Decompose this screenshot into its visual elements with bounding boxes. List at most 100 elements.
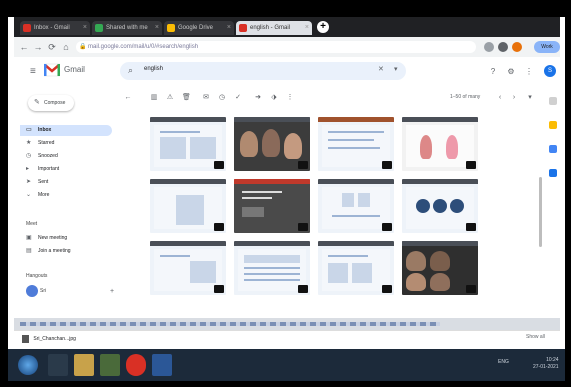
archive-icon[interactable]: ▥ [150, 94, 158, 102]
sidebar-item-starred[interactable]: ★ Starred [20, 138, 112, 149]
thumbnail-header [150, 117, 226, 122]
media-player-icon[interactable] [100, 354, 120, 376]
browser-tab[interactable]: Google Drive × [164, 21, 234, 35]
browser-tab-active[interactable]: english - Gmail × [236, 21, 312, 35]
download-item[interactable]: Sri_Chanchan...jpg [22, 334, 112, 344]
compose-button[interactable]: ✎ Compose [28, 95, 74, 111]
move-to-icon[interactable]: ➜ [254, 94, 262, 102]
lock-icon: 🔒 [79, 44, 87, 50]
browser-tab[interactable]: Shared with me × [92, 21, 162, 35]
scrollbar[interactable] [539, 177, 542, 247]
extension-icon[interactable] [512, 42, 522, 52]
close-tab-icon[interactable]: × [155, 21, 159, 35]
sidebar-item-more[interactable]: ⌄ More [20, 190, 112, 201]
report-spam-icon[interactable]: ⚠ [166, 94, 174, 102]
nav-label: Starred [38, 140, 55, 146]
app-icon[interactable] [152, 354, 172, 376]
forward-arrow-icon[interactable]: → [32, 41, 44, 53]
compose-label: Compose [44, 100, 66, 106]
attachment-thumbnail[interactable] [402, 179, 478, 233]
hangouts-avatar[interactable] [26, 285, 38, 297]
star-bookmark-icon[interactable] [484, 42, 494, 52]
attachment-thumbnail[interactable] [150, 179, 226, 233]
attachment-thumbnail[interactable] [318, 179, 394, 233]
tab-label: Google Drive [178, 25, 214, 31]
send-icon: ➤ [26, 179, 32, 185]
chrome-icon[interactable] [126, 354, 146, 376]
close-tab-icon[interactable]: × [305, 21, 309, 35]
thumbnail-line [332, 215, 380, 217]
person-in-video [430, 273, 450, 291]
attachment-thumbnail[interactable] [150, 241, 226, 295]
taskbar-clock[interactable]: 10:24 27-01-2021 [533, 357, 559, 371]
thumbnail-header [234, 241, 310, 246]
thumbnail-block [190, 261, 216, 283]
reload-icon[interactable]: ⟳ [46, 41, 58, 53]
nav-label: Snoozed [38, 153, 58, 159]
sidebar-item-inbox[interactable]: ▭ Inbox [20, 125, 112, 136]
browser-tab[interactable]: Inbox - Gmail × [20, 21, 90, 35]
close-tab-icon[interactable]: × [83, 21, 87, 35]
ie-icon[interactable] [48, 354, 68, 376]
windows-start-icon[interactable] [18, 355, 38, 375]
settings-gear-icon[interactable]: ⚙ [506, 67, 516, 77]
thumbnail-header [318, 179, 394, 184]
nav-label: Important [38, 166, 60, 172]
profile-button[interactable]: Work [534, 41, 560, 53]
system-tray[interactable]: ENG [498, 359, 509, 365]
sidebar-item-snoozed[interactable]: ◷ Snoozed [20, 151, 112, 162]
attachment-thumbnail[interactable] [402, 117, 478, 171]
hangouts-user-name: Sri [40, 288, 47, 294]
show-all-downloads-button[interactable]: Show all [526, 334, 545, 340]
add-task-icon[interactable]: ✓ [234, 94, 242, 102]
previous-page-icon[interactable]: ‹ [496, 94, 504, 102]
account-avatar[interactable]: S [544, 65, 556, 77]
person-in-video [240, 131, 258, 157]
thumbnail-page [322, 187, 390, 229]
address-bar[interactable]: 🔒 mail.google.com/mail/u/0/#search/engli… [76, 41, 476, 53]
attachment-thumbnail[interactable] [402, 241, 478, 295]
attachment-thumbnail[interactable] [318, 241, 394, 295]
apps-grid-icon[interactable]: ⋮ [524, 67, 534, 77]
snooze-icon[interactable]: ◷ [218, 94, 226, 102]
delete-icon[interactable]: 🗑 [182, 94, 191, 102]
search-options-icon[interactable]: ▾ [394, 65, 398, 73]
attachment-thumbnail[interactable] [318, 117, 394, 171]
file-explorer-icon[interactable] [74, 354, 94, 376]
contacts-icon[interactable] [549, 169, 557, 177]
label-icon[interactable]: ⬗ [270, 94, 278, 102]
close-tab-icon[interactable]: × [227, 21, 231, 35]
sidebar-item-sent[interactable]: ➤ Sent [20, 177, 112, 188]
new-tab-button[interactable]: + [317, 21, 329, 33]
join-meeting-button[interactable]: ▤ Join a meeting [20, 246, 112, 257]
back-arrow-icon[interactable]: ← [18, 41, 30, 53]
attachment-thumbnail[interactable] [234, 117, 310, 171]
keep-icon[interactable] [549, 121, 557, 129]
back-arrow-icon[interactable]: ← [124, 94, 132, 102]
keyboard-icon[interactable]: ▾ [526, 94, 534, 102]
next-page-icon[interactable]: › [510, 94, 518, 102]
hamburger-menu-icon[interactable]: ≡ [30, 67, 42, 77]
home-icon[interactable]: ⌂ [60, 41, 72, 53]
attachment-thumbnail[interactable] [150, 117, 226, 171]
photo-frame-bottom [0, 381, 571, 387]
sidebar-item-important[interactable]: ▸ Important [20, 164, 112, 175]
attachment-thumbnail[interactable] [234, 241, 310, 295]
add-contact-icon[interactable]: + [110, 288, 114, 295]
tasks-icon[interactable] [549, 145, 557, 153]
mark-unread-icon[interactable]: ✉ [202, 94, 210, 102]
clear-search-icon[interactable]: ✕ [378, 65, 384, 73]
thumbnail-header [318, 241, 394, 246]
extension-icon[interactable] [498, 42, 508, 52]
search-icon[interactable]: ⌕ [128, 65, 133, 76]
more-options-icon[interactable]: ⋮ [286, 94, 294, 102]
attachment-thumbnail[interactable] [234, 179, 310, 233]
thumbnail-header [318, 117, 394, 122]
calendar-icon[interactable] [549, 97, 557, 105]
new-meeting-button[interactable]: ▣ New meeting [20, 233, 112, 244]
mail-search-bar[interactable]: ⌕ english ✕ ▾ [120, 62, 406, 80]
help-icon[interactable]: ? [488, 67, 498, 77]
person-in-video [406, 251, 426, 271]
url-text: mail.google.com/mail/u/0/#search/english [88, 44, 199, 50]
search-input[interactable]: english [144, 66, 163, 72]
